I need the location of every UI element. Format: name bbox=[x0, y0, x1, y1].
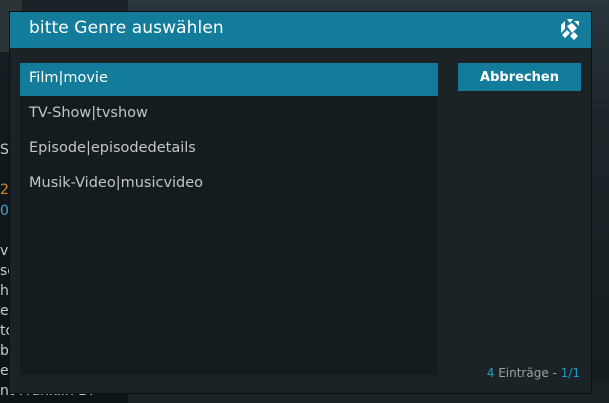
item-count-label: Einträge - bbox=[494, 366, 561, 380]
item-count-footer: 4 Einträge - 1/1 bbox=[487, 366, 580, 380]
list-item-label: Musik-Video|musicvideo bbox=[29, 175, 204, 191]
background-text-fragment: e bbox=[0, 363, 9, 379]
list-item-episode[interactable]: Episode|episodedetails bbox=[20, 133, 438, 166]
list-item-label: TV-Show|tvshow bbox=[29, 105, 148, 121]
page-indicator: 1/1 bbox=[560, 366, 580, 380]
dialog-header: bitte Genre auswählen bbox=[10, 12, 591, 48]
list-item-film[interactable]: Film|movie bbox=[20, 63, 438, 96]
list-item-tv-show[interactable]: TV-Show|tvshow bbox=[20, 98, 438, 131]
dialog-title: bitte Genre auswählen bbox=[29, 18, 224, 38]
genre-list: Film|movie TV-Show|tvshow Episode|episod… bbox=[20, 63, 438, 375]
kodi-logo-icon bbox=[561, 19, 579, 40]
cancel-button[interactable]: Abbrechen bbox=[458, 63, 581, 91]
list-item-music-video[interactable]: Musik-Video|musicvideo bbox=[20, 168, 438, 201]
list-item-label: Film|movie bbox=[29, 70, 108, 86]
background-text-fragment: v bbox=[0, 243, 9, 259]
genre-select-dialog: bitte Genre auswählen Film|movie TV-Show… bbox=[10, 12, 591, 393]
list-item-label: Episode|episodedetails bbox=[29, 140, 196, 156]
